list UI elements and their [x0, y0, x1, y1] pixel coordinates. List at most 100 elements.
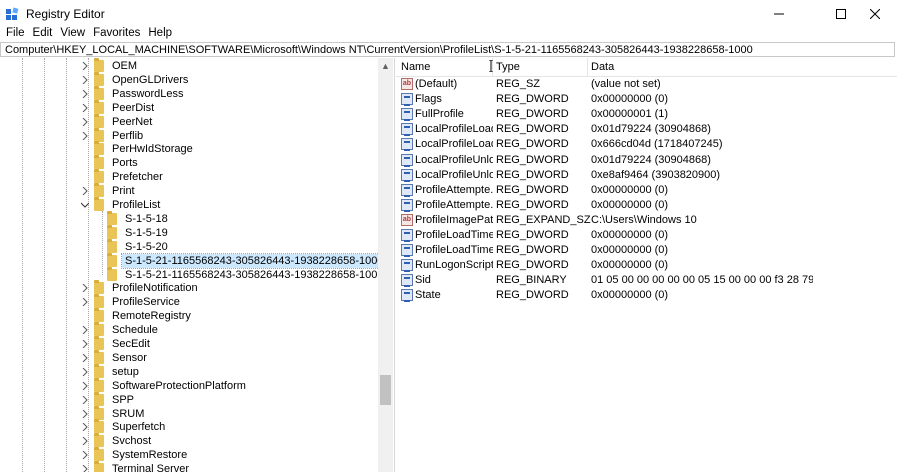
- chevron-right-icon[interactable]: [80, 365, 90, 379]
- chevron-right-icon[interactable]: [80, 462, 90, 472]
- tree-item[interactable]: PeerDist: [80, 99, 157, 115]
- column-divider[interactable]: [587, 58, 588, 76]
- menu-help[interactable]: Help: [148, 27, 172, 41]
- tree-item[interactable]: SecEdit: [80, 336, 153, 351]
- tree-item-label: S-1-5-18: [125, 212, 168, 225]
- value-row[interactable]: LocalProfileUnlo...REG_DWORD 0xe8af9464 (…: [396, 168, 897, 183]
- menu-file[interactable]: File: [6, 27, 25, 41]
- chevron-right-icon[interactable]: [80, 115, 90, 129]
- tree-scrollbar[interactable]: ▲: [378, 58, 393, 472]
- tree-item[interactable]: ProfileNotification: [80, 280, 201, 295]
- tree-item[interactable]: S-1-5-21-1165568243-305826443-1938228658…: [93, 266, 387, 282]
- tree-guide-line: [44, 58, 45, 472]
- chevron-right-icon[interactable]: [80, 448, 90, 462]
- chevron-right-icon[interactable]: [80, 295, 90, 309]
- value-row[interactable]: Flags REG_DWORD 0x00000000 (0): [396, 92, 897, 107]
- column-header-type[interactable]: Type: [496, 61, 520, 73]
- value-row[interactable]: ProfileLoadTime...REG_DWORD 0x00000000 (0…: [396, 228, 897, 243]
- chevron-right-icon[interactable]: [80, 351, 90, 365]
- folder-icon: [94, 447, 104, 462]
- value-row[interactable]: FullProfile REG_DWORD 0x00000001 (1): [396, 107, 897, 122]
- tree-item[interactable]: Prefetcher: [80, 169, 166, 184]
- tree-item[interactable]: SRUM: [80, 405, 147, 421]
- folder-icon: [94, 363, 104, 378]
- scroll-up-arrow-icon[interactable]: ▲: [378, 58, 393, 73]
- chevron-right-icon[interactable]: [80, 281, 90, 295]
- value-name: LocalProfileUnlo...: [415, 153, 493, 166]
- value-row[interactable]: RunLogonScriptS...REG_DWORD 0x00000000 (0…: [396, 258, 897, 273]
- column-header-data[interactable]: Data: [591, 61, 614, 73]
- tree-item[interactable]: Ports: [80, 155, 141, 170]
- value-row[interactable]: ProfileAttempte... REG_DWORD 0x00000000 (0…: [396, 198, 897, 213]
- value-row[interactable]: ProfileAttempte... REG_DWORD 0x00000000 (0…: [396, 183, 897, 198]
- chevron-right-icon[interactable]: [80, 434, 90, 448]
- chevron-right-icon[interactable]: [80, 323, 90, 337]
- tree-item[interactable]: S-1-5-18: [93, 210, 171, 226]
- chevron-right-icon[interactable]: [80, 337, 90, 351]
- tree-item[interactable]: ProfileList: [80, 197, 163, 212]
- tree-item[interactable]: S-1-5-19: [93, 224, 171, 240]
- close-button[interactable]: [852, 0, 897, 28]
- chevron-right-icon[interactable]: [80, 420, 90, 434]
- tree-item[interactable]: S-1-5-21-1165568243-305826443-1938228658…: [93, 252, 388, 269]
- folder-icon: [94, 336, 104, 350]
- value-row[interactable]: LocalProfileLoad...REG_DWORD 0x666cd04d (…: [396, 137, 897, 152]
- value-row[interactable]: LocalProfileLoad...REG_DWORD 0x01d79224 (…: [396, 122, 897, 137]
- value-row[interactable]: ab ProfileImagePath REG_EXPAND_SZ C:\Users\…: [396, 213, 897, 228]
- tree-item[interactable]: Perflib: [80, 127, 146, 143]
- tree-item[interactable]: setup: [80, 363, 142, 379]
- value-row[interactable]: LocalProfileUnlo...REG_DWORD 0x01d79224 (…: [396, 153, 897, 168]
- value-row[interactable]: ProfileLoadTime...REG_DWORD 0x00000000 (0…: [396, 243, 897, 258]
- value-name: LocalProfileUnlo...: [415, 168, 493, 181]
- address-bar[interactable]: Computer\HKEY_LOCAL_MACHINE\SOFTWARE\Mic…: [0, 42, 895, 57]
- folder-icon: [94, 419, 104, 434]
- menu-view[interactable]: View: [60, 27, 85, 41]
- tree-item[interactable]: RemoteRegistry: [80, 308, 194, 323]
- tree-item[interactable]: PerHwIdStorage: [80, 141, 196, 156]
- tree-item[interactable]: PasswordLess: [80, 85, 187, 101]
- tree-item[interactable]: ProfileService: [80, 294, 183, 309]
- chevron-right-icon[interactable]: [80, 129, 90, 143]
- tree-item[interactable]: Schedule: [80, 322, 161, 337]
- minimize-button[interactable]: [756, 0, 801, 28]
- folder-icon: [107, 252, 117, 267]
- tree-item[interactable]: SPP: [80, 391, 137, 407]
- tree-item[interactable]: Svchost: [80, 433, 154, 448]
- folder-icon: [94, 461, 104, 472]
- tree-item[interactable]: SoftwareProtectionPlatform: [80, 377, 249, 393]
- chevron-down-icon[interactable]: [80, 198, 90, 212]
- chevron-right-icon[interactable]: [80, 407, 90, 421]
- tree-item[interactable]: Print: [80, 183, 138, 198]
- key-tree-pane: OEM OpenGLDrivers PasswordLess PeerDist Peer…: [0, 58, 395, 472]
- chevron-right-icon[interactable]: [80, 87, 90, 101]
- chevron-right-icon[interactable]: [80, 101, 90, 115]
- value-row[interactable]: State REG_DWORD 0x00000000 (0): [396, 288, 897, 303]
- registry-editor-icon: [6, 7, 19, 20]
- chevron-right-icon[interactable]: [80, 73, 90, 87]
- chevron-right-icon[interactable]: [80, 379, 90, 393]
- tree-item[interactable]: Superfetch: [80, 419, 168, 434]
- menu-edit[interactable]: Edit: [33, 27, 53, 41]
- tree-item[interactable]: Terminal Server: [80, 461, 192, 472]
- menu-favorites[interactable]: Favorites: [93, 27, 140, 41]
- chevron-right-icon[interactable]: [80, 59, 90, 73]
- string-value-icon: ab: [401, 213, 413, 226]
- tree-item[interactable]: S-1-5-20: [93, 238, 171, 254]
- tree-item[interactable]: OEM: [80, 58, 140, 73]
- tree-item[interactable]: SystemRestore: [80, 447, 190, 462]
- scroll-thumb[interactable]: [380, 375, 391, 405]
- folder-icon: [94, 183, 104, 198]
- tree-item[interactable]: OpenGLDrivers: [80, 71, 191, 87]
- folder-icon: [94, 391, 104, 406]
- tree-item[interactable]: PeerNet: [80, 113, 155, 129]
- value-row[interactable]: Sid REG_BINARY 01 05 00 00 00 00 00 05 15 …: [396, 273, 897, 288]
- binary-value-icon: [401, 183, 413, 197]
- chevron-right-icon[interactable]: [80, 393, 90, 407]
- value-row[interactable]: ab (Default) REG_SZ (value not set): [396, 77, 897, 92]
- column-header-name[interactable]: Name: [401, 61, 430, 73]
- chevron-right-icon[interactable]: [80, 184, 90, 198]
- value-type: REG_DWORD: [496, 229, 569, 241]
- tree-item[interactable]: Sensor: [80, 349, 150, 365]
